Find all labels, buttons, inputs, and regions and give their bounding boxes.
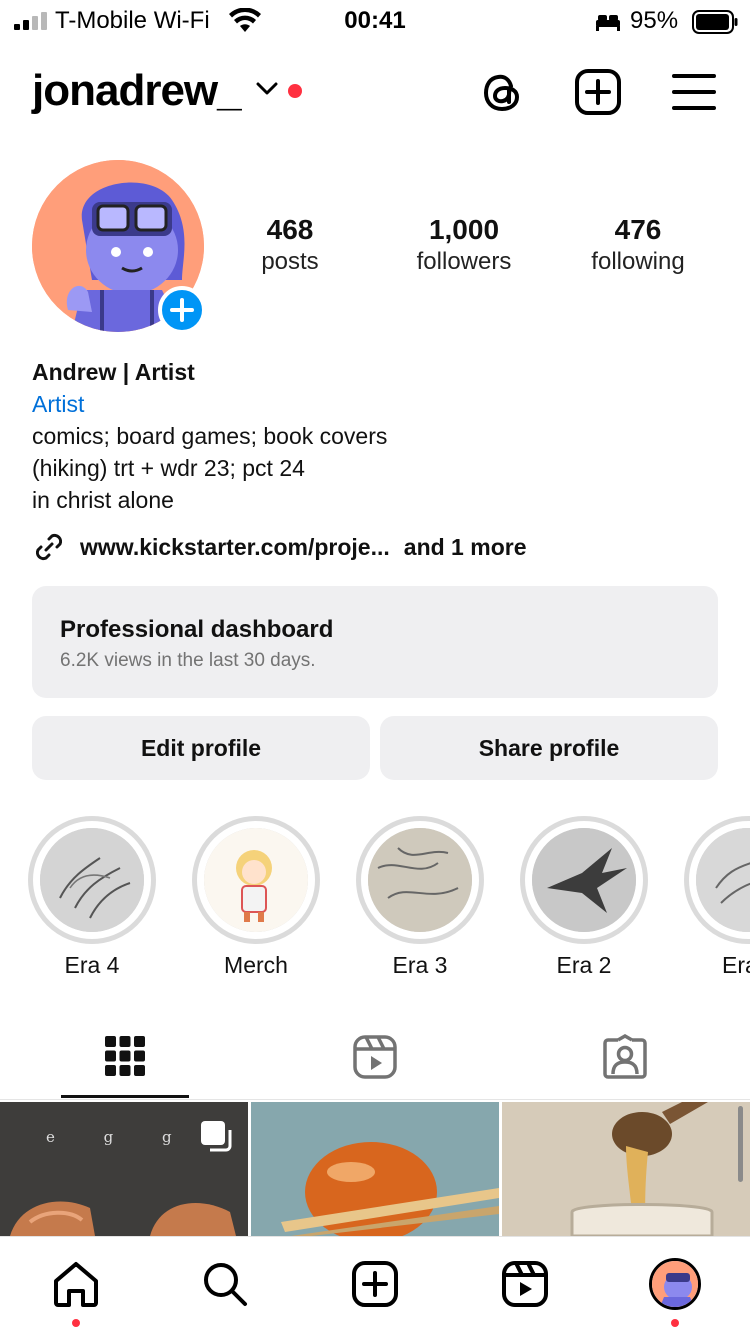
tab-posts-grid[interactable] bbox=[0, 1026, 250, 1098]
tab-reels[interactable] bbox=[250, 1026, 500, 1098]
highlight-ring bbox=[356, 816, 484, 944]
bio-line: (hiking) trt + wdr 23; pct 24 bbox=[32, 455, 305, 481]
battery-icon bbox=[692, 10, 738, 34]
chevron-down-icon[interactable] bbox=[256, 82, 278, 96]
more-links[interactable]: and 1 more bbox=[404, 534, 527, 561]
post-caption: e g g bbox=[46, 1128, 174, 1146]
status-bar: T-Mobile Wi-Fi 00:41 95% bbox=[0, 0, 750, 44]
professional-dashboard[interactable]: Professional dashboard 6.2K views in the… bbox=[32, 586, 718, 698]
notification-dot bbox=[72, 1319, 80, 1327]
highlight-era-2[interactable]: Era 2 bbox=[520, 816, 648, 979]
highlight-era-4[interactable]: Era 4 bbox=[28, 816, 156, 979]
highlight-ring bbox=[684, 816, 750, 944]
active-tab-indicator bbox=[61, 1095, 189, 1098]
sleep-focus-icon bbox=[596, 15, 620, 31]
grid-icon bbox=[105, 1036, 145, 1076]
tagged-icon bbox=[603, 1034, 647, 1079]
stat-value: 468 bbox=[266, 214, 314, 245]
home-icon[interactable] bbox=[51, 1259, 101, 1309]
highlight-ring bbox=[28, 816, 156, 944]
reels-icon[interactable] bbox=[500, 1259, 550, 1309]
bio-line: comics; board games; book covers bbox=[32, 423, 388, 449]
create-icon[interactable] bbox=[574, 68, 622, 116]
menu-icon[interactable] bbox=[670, 68, 718, 116]
stat-label: posts bbox=[261, 248, 319, 275]
grid-post[interactable] bbox=[251, 1102, 499, 1236]
highlight-ring bbox=[520, 816, 648, 944]
grid-post[interactable]: e g g bbox=[0, 1102, 248, 1236]
highlight-label: Era bbox=[722, 952, 750, 978]
highlight-merch[interactable]: Merch bbox=[192, 816, 320, 979]
battery-percent: 95% bbox=[630, 7, 679, 34]
threads-icon[interactable] bbox=[478, 68, 526, 116]
stat-label: followers bbox=[416, 248, 512, 275]
display-name: Andrew | Artist bbox=[32, 359, 195, 385]
bottom-nav bbox=[0, 1236, 750, 1334]
stat-following[interactable]: 476 following bbox=[548, 214, 728, 276]
stat-followers[interactable]: 1,000 followers bbox=[374, 214, 554, 276]
dashboard-subtitle: 6.2K views in the last 30 days. bbox=[60, 650, 316, 671]
link-icon bbox=[35, 533, 63, 561]
tab-tagged[interactable] bbox=[500, 1026, 750, 1098]
notification-dot bbox=[288, 84, 302, 98]
stat-value: 476 bbox=[614, 214, 662, 245]
highlight-era[interactable]: Era bbox=[684, 816, 750, 979]
scroll-indicator bbox=[738, 1106, 743, 1182]
highlight-ring bbox=[192, 816, 320, 944]
share-profile-button[interactable]: Share profile bbox=[380, 716, 718, 780]
highlight-cover bbox=[368, 828, 472, 932]
highlight-cover bbox=[40, 828, 144, 932]
add-story-button[interactable] bbox=[158, 286, 206, 334]
highlight-label: Era 4 bbox=[64, 952, 120, 978]
edit-profile-button[interactable]: Edit profile bbox=[32, 716, 370, 780]
highlight-era-3[interactable]: Era 3 bbox=[356, 816, 484, 979]
username-switcher[interactable]: jonadrew_ bbox=[32, 66, 242, 116]
divider bbox=[0, 1099, 750, 1100]
highlight-cover bbox=[532, 828, 636, 932]
stat-posts[interactable]: 468 posts bbox=[200, 214, 380, 276]
dashboard-title: Professional dashboard bbox=[60, 616, 334, 643]
bio: Andrew | Artist Artist comics; board gam… bbox=[32, 356, 387, 516]
reels-icon bbox=[353, 1035, 397, 1079]
notification-dot bbox=[671, 1319, 679, 1327]
highlight-cover bbox=[696, 828, 750, 932]
highlight-label: Merch bbox=[224, 952, 288, 978]
plus-icon bbox=[170, 298, 194, 322]
highlight-cover bbox=[204, 828, 308, 932]
grid-post[interactable] bbox=[502, 1102, 750, 1236]
bio-link[interactable]: www.kickstarter.com/proje... bbox=[80, 534, 390, 561]
bio-line: in christ alone bbox=[32, 487, 174, 513]
stat-label: following bbox=[591, 248, 685, 275]
bio-links[interactable]: www.kickstarter.com/proje... and 1 more bbox=[32, 530, 527, 564]
create-icon[interactable] bbox=[350, 1259, 400, 1309]
highlight-label: Era 2 bbox=[556, 952, 612, 978]
category-label[interactable]: Artist bbox=[32, 388, 387, 420]
search-icon[interactable] bbox=[200, 1259, 250, 1309]
stat-value: 1,000 bbox=[428, 214, 500, 245]
profile-avatar[interactable] bbox=[649, 1258, 701, 1310]
highlight-label: Era 3 bbox=[392, 952, 448, 978]
